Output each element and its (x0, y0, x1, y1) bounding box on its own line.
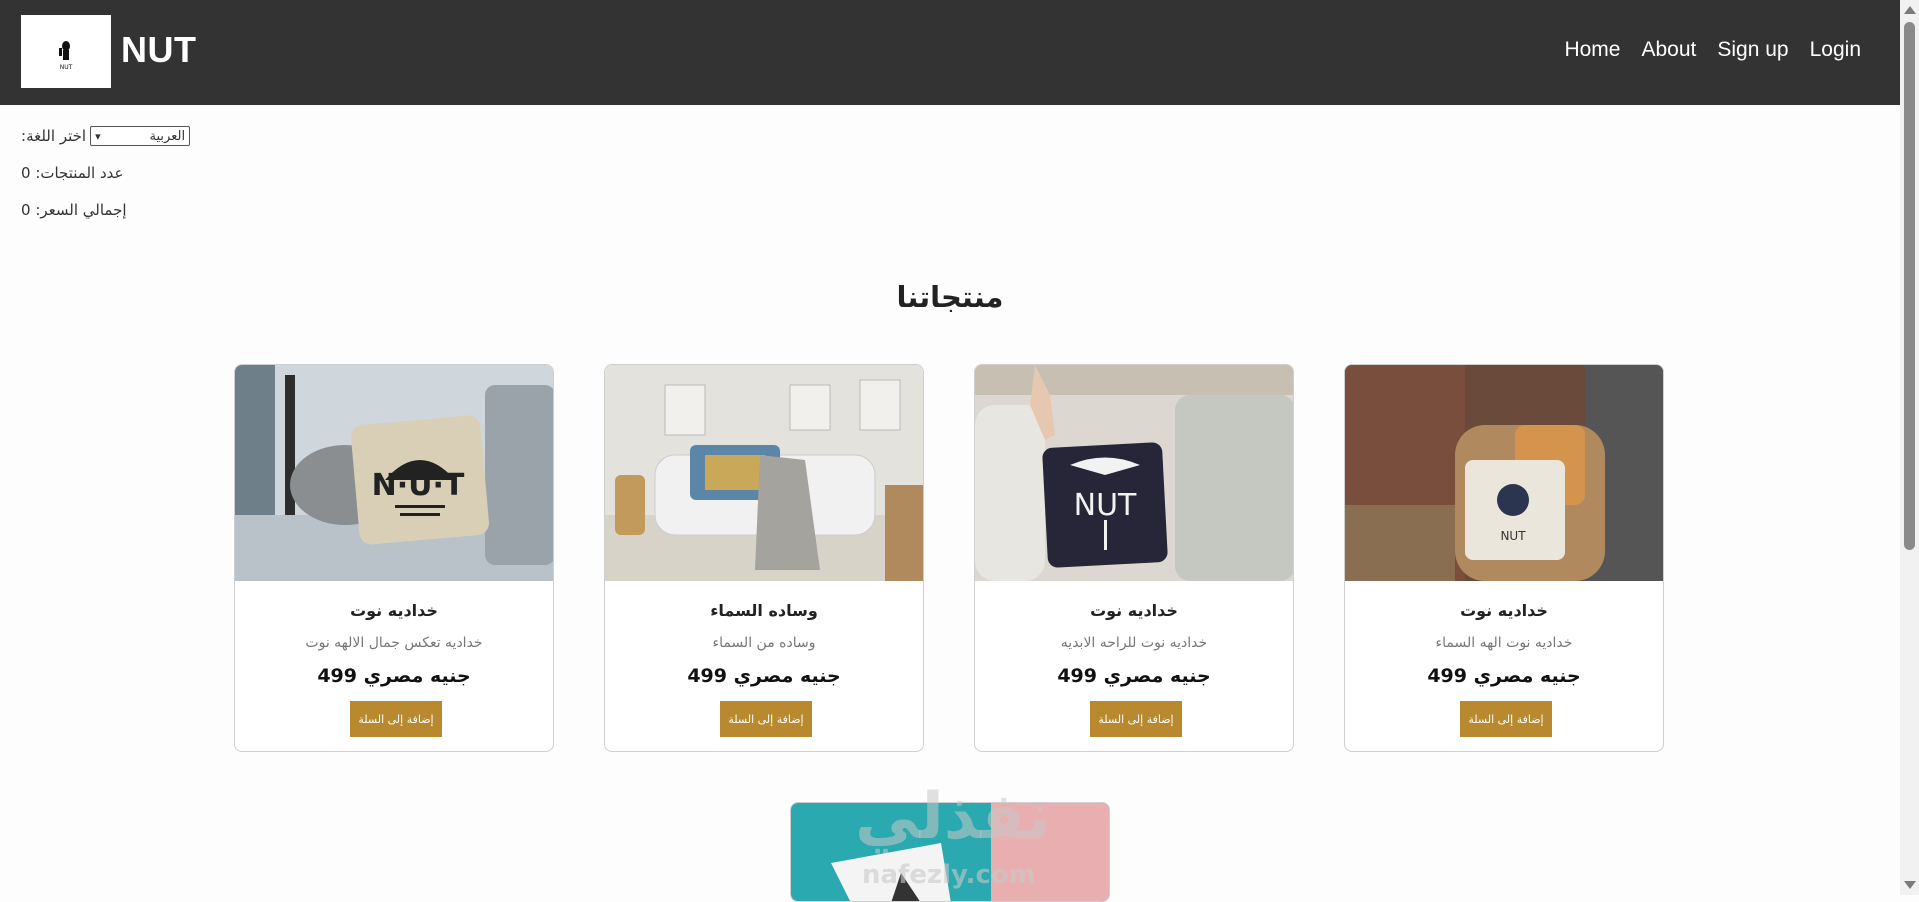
nav-about-link[interactable]: About (1641, 38, 1696, 62)
page-scrollbar[interactable] (1900, 0, 1919, 895)
product-description: خداديه نوت للراحه الابديه (1060, 635, 1208, 651)
top-navbar: NUT NUT Home About Sign up Login (0, 0, 1900, 105)
language-label: :اختر اللغة (21, 127, 87, 145)
nav-home-link[interactable]: Home (1564, 38, 1620, 62)
brand-name[interactable]: NUT (121, 29, 197, 71)
product-price: 499 جنيه مصري (317, 665, 471, 687)
nav-signup-link[interactable]: Sign up (1717, 38, 1788, 62)
logo-icon: NUT (59, 40, 73, 71)
product-card: N·U·T خداديه نوت خداديه تعكس جمال الالهه… (234, 364, 554, 752)
watermark-arabic: نفذلي (855, 780, 1051, 854)
product-title: وساده السماء (710, 601, 818, 620)
product-price: 499 جنيه مصري (1057, 665, 1211, 687)
product-description: خداديه نوت الهه السماء (1435, 635, 1573, 651)
product-title: خداديه نوت (1090, 601, 1178, 620)
svg-text:NUT: NUT (1500, 529, 1526, 543)
scroll-thumb[interactable] (1904, 22, 1915, 550)
scroll-up-icon[interactable] (1904, 6, 1916, 14)
product-title: خداديه نوت (1460, 601, 1548, 620)
nav-login-link[interactable]: Login (1810, 38, 1861, 62)
product-title: خداديه نوت (350, 601, 438, 620)
svg-text:NUT: NUT (60, 64, 73, 71)
product-description: وساده من السماء (712, 635, 816, 651)
add-to-cart-button[interactable]: إضافة إلى السلة (1090, 701, 1182, 737)
product-image-pillow-hieroglyph: N·U·T (235, 365, 553, 581)
logo[interactable]: NUT (21, 15, 111, 88)
language-selected-value: العربية (149, 128, 186, 144)
main-nav: Home About Sign up Login (1543, 38, 1861, 62)
svg-text:N·U·T: N·U·T (372, 468, 465, 503)
watermark-latin: nafezly.com (862, 860, 1036, 890)
add-to-cart-button[interactable]: إضافة إلى السلة (720, 701, 812, 737)
product-card: NUT خداديه نوت خداديه نوت الهه السماء 49… (1344, 364, 1664, 752)
product-price: 499 جنيه مصري (1427, 665, 1581, 687)
language-selector-row: :اختر اللغة العربية ▾ (21, 126, 191, 146)
svg-text:NUT: NUT (1074, 488, 1137, 523)
add-to-cart-button[interactable]: إضافة إلى السلة (1460, 701, 1552, 737)
product-price: 499 جنيه مصري (687, 665, 841, 687)
total-price: إجمالي السعر: 0 (21, 201, 127, 219)
product-description: خداديه تعكس جمال الالهه نوت (305, 635, 483, 651)
product-count: عدد المنتجات: 0 (21, 164, 124, 182)
product-image-pillow-navy: NUT (975, 365, 1293, 581)
product-card: وساده السماء وساده من السماء 499 جنيه مص… (604, 364, 924, 752)
product-card: NUT خداديه نوت خداديه نوت للراحه الابديه… (974, 364, 1294, 752)
chevron-down-icon: ▾ (95, 129, 101, 143)
section-title: منتجاتنا (896, 280, 1004, 314)
language-select[interactable]: العربية ▾ (90, 126, 191, 146)
product-image-pillow-egyptian-art (605, 365, 923, 581)
scroll-down-icon[interactable] (1904, 881, 1916, 889)
add-to-cart-button[interactable]: إضافة إلى السلة (350, 701, 442, 737)
product-image-pillow-wicker-chair: NUT (1345, 365, 1663, 581)
